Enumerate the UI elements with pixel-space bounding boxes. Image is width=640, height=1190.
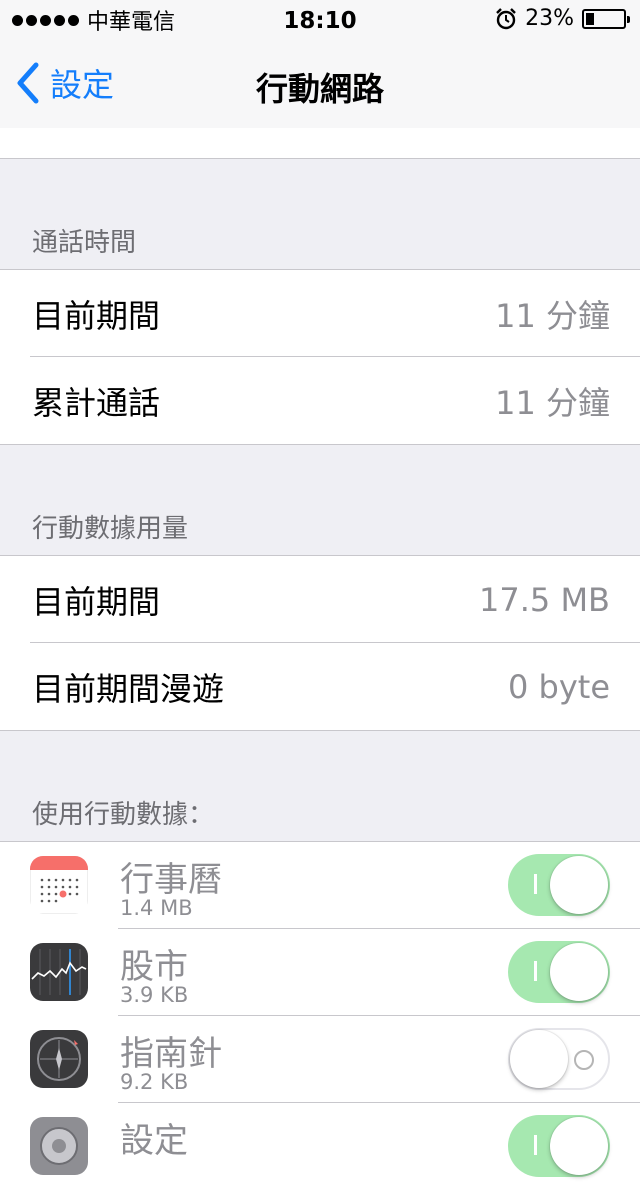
- app-name: 指南針: [120, 1034, 222, 1074]
- call-time-group: 目前期間 11 分鐘 累計通話 11 分鐘: [0, 269, 640, 445]
- data-usage-roaming-row: 目前期間漫遊 0 byte: [0, 642, 640, 730]
- call-time-current-row: 目前期間 11 分鐘: [0, 270, 640, 357]
- call-time-header: 通話時間: [32, 228, 137, 258]
- compass-icon: [30, 1030, 88, 1088]
- row-value: 17.5 MB: [479, 580, 610, 619]
- settings-cellular-toggle[interactable]: [508, 1115, 610, 1177]
- row-label: 目前期間: [32, 582, 161, 621]
- status-bar: 中華電信 18:10 23%: [0, 0, 640, 40]
- calendar-cellular-toggle[interactable]: [508, 854, 610, 916]
- cellular-apps-header: 使用行動數據：: [32, 800, 215, 830]
- scrolled-row: [0, 128, 640, 159]
- row-label: 累計通話: [32, 383, 161, 422]
- app-name: 設定: [120, 1121, 188, 1161]
- settings-icon: [30, 1117, 88, 1175]
- app-usage: 1.4 MB: [120, 896, 193, 920]
- carrier-name: 中華電信: [87, 10, 176, 35]
- app-name: 股市: [120, 947, 188, 987]
- list-item: 指南針 9.2 KB: [0, 1015, 640, 1103]
- battery-percent: 23%: [525, 6, 574, 31]
- app-usage: 9.2 KB: [120, 1070, 189, 1094]
- chevron-left-icon: [17, 62, 39, 104]
- list-item: 設定: [0, 1102, 640, 1190]
- navigation-bar: 設定 行動網路: [0, 40, 640, 128]
- data-usage-current-row: 目前期間 17.5 MB: [0, 556, 640, 643]
- row-label: 目前期間漫遊: [32, 669, 225, 708]
- row-label: 目前期間: [32, 296, 161, 335]
- row-value: 11 分鐘: [495, 383, 610, 422]
- battery-icon: [582, 8, 630, 29]
- data-usage-group: 目前期間 17.5 MB 目前期間漫遊 0 byte: [0, 555, 640, 731]
- cellular-apps-group: 行事曆 1.4 MB 股市 3.9 KB 指南針 9.2 KB 設定: [0, 841, 640, 1190]
- back-button[interactable]: 設定: [14, 60, 114, 106]
- stocks-cellular-toggle[interactable]: [508, 941, 610, 1003]
- data-usage-header: 行動數據用量: [32, 514, 189, 544]
- back-label: 設定: [50, 66, 115, 104]
- row-value: 11 分鐘: [495, 296, 610, 335]
- list-item: 行事曆 1.4 MB: [0, 842, 640, 929]
- stocks-icon: [30, 943, 88, 1001]
- row-value: 0 byte: [507, 667, 610, 706]
- app-usage: 3.9 KB: [120, 983, 189, 1007]
- compass-cellular-toggle[interactable]: [508, 1028, 610, 1090]
- alarm-icon: [496, 7, 516, 29]
- call-time-total-row: 累計通話 11 分鐘: [0, 356, 640, 444]
- app-name: 行事曆: [120, 860, 222, 900]
- list-item: 股市 3.9 KB: [0, 928, 640, 1016]
- calendar-icon: [30, 856, 88, 914]
- signal-strength-icon: [12, 14, 79, 26]
